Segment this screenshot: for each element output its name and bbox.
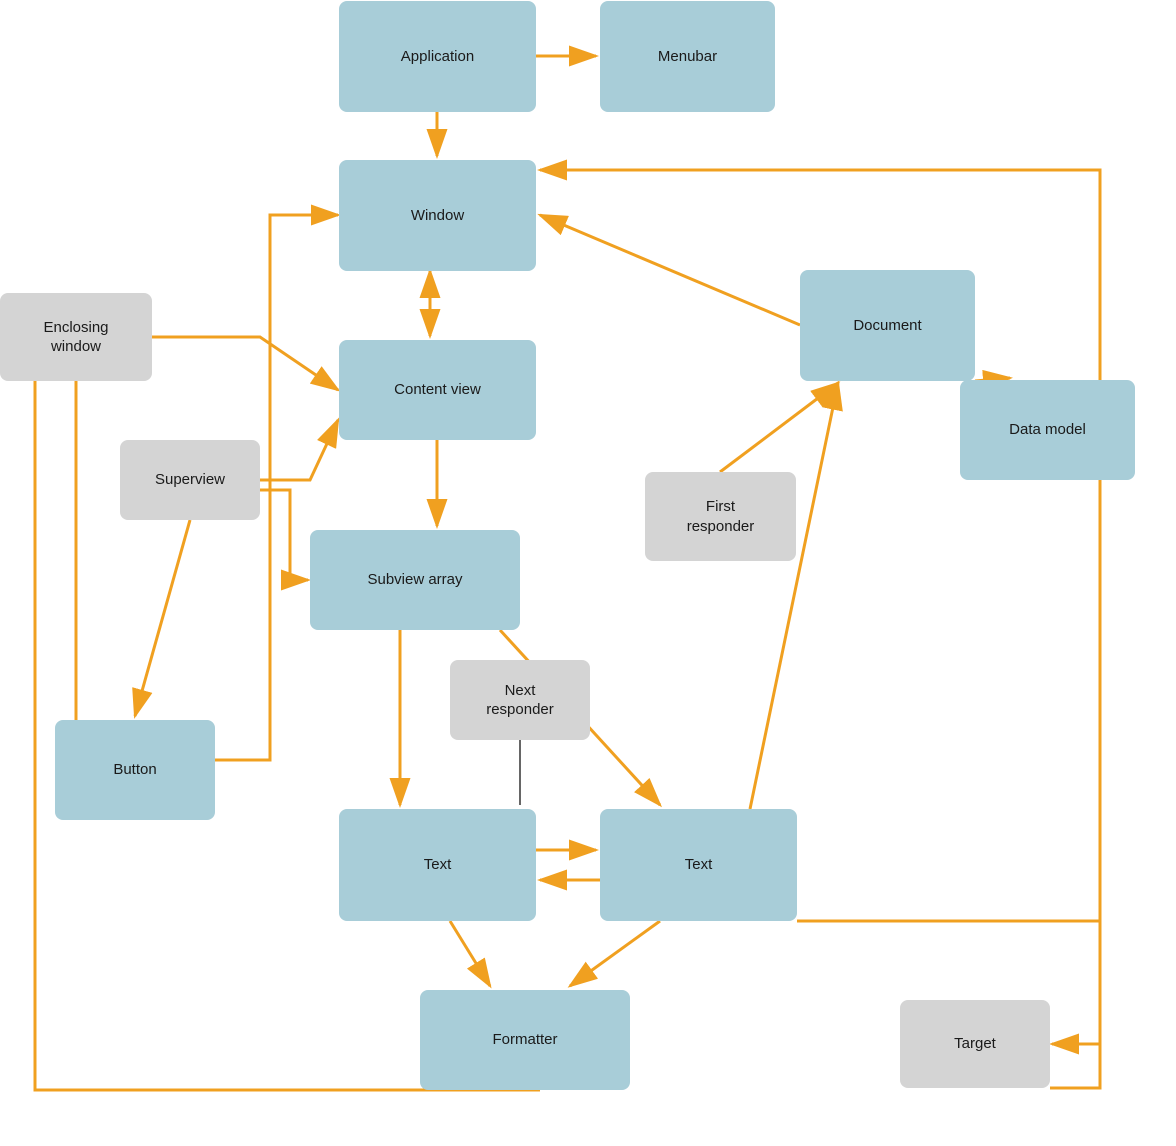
application-label: Application [401, 47, 474, 67]
enclosing-window-node: Enclosing window [0, 293, 152, 381]
menubar-label: Menubar [658, 47, 717, 67]
window-label: Window [411, 206, 464, 226]
text-left-node: Text [339, 809, 536, 921]
formatter-label: Formatter [492, 1030, 557, 1050]
text-left-label: Text [424, 855, 452, 875]
content-view-label: Content view [394, 380, 481, 400]
text-right-node: Text [600, 809, 797, 921]
enclosing-window-label: Enclosing window [43, 318, 108, 357]
data-model-label: Data model [1009, 420, 1086, 440]
subview-array-label: Subview array [367, 570, 462, 590]
document-label: Document [853, 316, 921, 336]
superview-node: Superview [120, 440, 260, 520]
menubar-node: Menubar [600, 1, 775, 112]
document-node: Document [800, 270, 975, 381]
first-responder-node: First responder [645, 472, 796, 561]
subview-array-node: Subview array [310, 530, 520, 630]
next-responder-label: Next responder [486, 681, 554, 720]
window-node: Window [339, 160, 536, 271]
superview-label: Superview [155, 470, 225, 490]
content-view-node: Content view [339, 340, 536, 440]
first-responder-label: First responder [687, 497, 755, 536]
text-right-label: Text [685, 855, 713, 875]
button-node: Button [55, 720, 215, 820]
formatter-node: Formatter [420, 990, 630, 1090]
application-node: Application [339, 1, 536, 112]
next-responder-node: Next responder [450, 660, 590, 740]
data-model-node: Data model [960, 380, 1135, 480]
button-label: Button [113, 760, 156, 780]
target-node: Target [900, 1000, 1050, 1088]
target-label: Target [954, 1034, 996, 1054]
